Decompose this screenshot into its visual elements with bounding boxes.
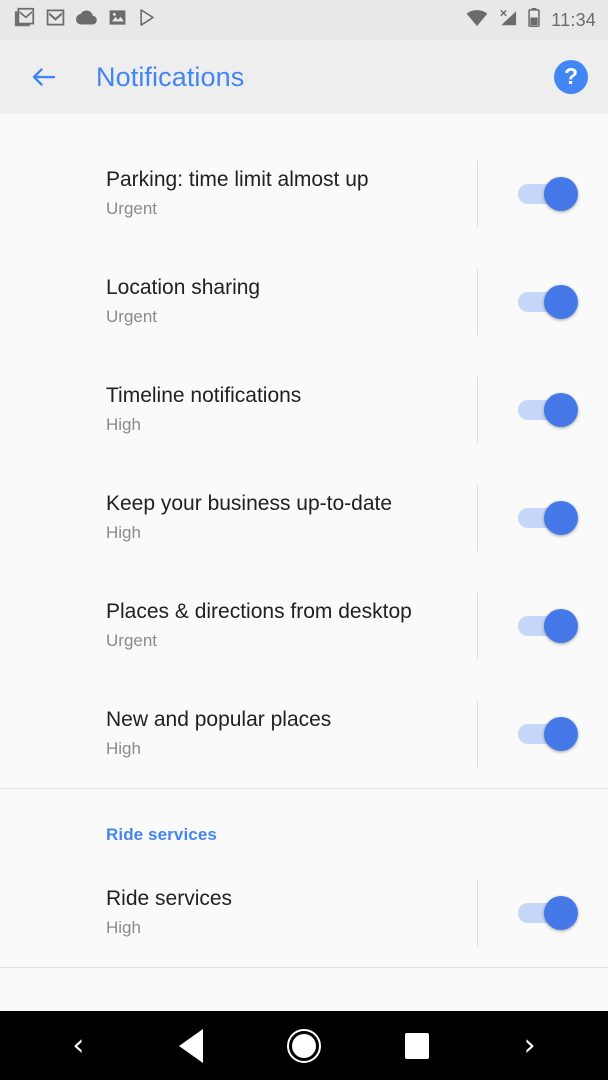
gmail-icon <box>46 8 65 32</box>
row-importance: High <box>106 523 141 542</box>
status-bar-right-icons: 11:34 <box>466 8 596 32</box>
arrow-left-icon <box>32 68 56 86</box>
row-divider <box>477 269 478 335</box>
row-title: Places & directions from desktop <box>106 600 412 623</box>
page-title: Notifications <box>96 61 245 92</box>
notification-section-ride-services: Ride services Ride services High <box>0 789 608 967</box>
row-title: Ride services <box>106 887 233 910</box>
wifi-icon <box>466 9 488 32</box>
table-row[interactable]: Parking: time limit almost up Urgent <box>0 140 608 248</box>
status-bar: 11:34 <box>0 0 608 40</box>
table-row[interactable]: Places & directions from desktop Urgent <box>0 572 608 680</box>
notifications-list[interactable]: Parking: time limit almost up Urgent Loc… <box>0 114 608 971</box>
toggle-thumb <box>544 501 578 535</box>
section-divider <box>0 967 608 968</box>
chevron-left-icon[interactable]: ‹ <box>46 1018 110 1074</box>
cloud-icon <box>76 7 97 33</box>
notification-section-general: Parking: time limit almost up Urgent Loc… <box>0 140 608 788</box>
notification-toggle[interactable] <box>518 501 578 535</box>
toggle-thumb <box>544 177 578 211</box>
row-importance: High <box>106 415 141 434</box>
row-text: Ride services High <box>106 885 477 941</box>
toggle-thumb <box>544 896 578 930</box>
row-title: Parking: time limit almost up <box>106 168 369 191</box>
back-button[interactable] <box>16 49 72 105</box>
status-bar-clock: 11:34 <box>551 9 596 30</box>
table-row[interactable]: Keep your business up-to-date High <box>0 464 608 572</box>
row-importance: Urgent <box>106 631 158 650</box>
row-importance: High <box>106 918 141 937</box>
row-title: Timeline notifications <box>106 384 302 407</box>
gmail-stack-icon <box>14 7 35 33</box>
row-text: Location sharing Urgent <box>106 274 477 330</box>
recents-icon[interactable] <box>385 1018 449 1074</box>
section-header: Ride services <box>106 825 217 844</box>
row-text: Places & directions from desktop Urgent <box>106 598 477 654</box>
row-text: Keep your business up-to-date High <box>106 490 477 546</box>
chevron-right-icon[interactable]: › <box>498 1018 562 1074</box>
back-icon[interactable] <box>159 1018 223 1074</box>
row-text: Timeline notifications High <box>106 382 477 438</box>
row-divider <box>477 161 478 227</box>
toggle-thumb <box>544 285 578 319</box>
row-importance: Urgent <box>106 199 158 218</box>
row-text: Parking: time limit almost up Urgent <box>106 166 477 222</box>
row-divider <box>477 593 478 659</box>
play-store-icon <box>138 8 157 32</box>
battery-icon <box>528 8 540 32</box>
row-importance: Urgent <box>106 307 158 326</box>
table-row[interactable]: New and popular places High <box>0 680 608 788</box>
photo-icon <box>108 8 127 32</box>
system-nav-bar: ‹ › <box>0 1011 608 1080</box>
notification-toggle[interactable] <box>518 609 578 643</box>
table-row[interactable]: Ride services High <box>0 859 608 967</box>
home-icon[interactable] <box>272 1018 336 1074</box>
notification-toggle[interactable] <box>518 717 578 751</box>
row-title: Keep your business up-to-date <box>106 492 393 515</box>
toggle-thumb <box>544 393 578 427</box>
row-text: New and popular places High <box>106 706 477 762</box>
toggle-thumb <box>544 609 578 643</box>
phone-screen: 11:34 Notifications ? Parking: time limi… <box>0 0 608 1080</box>
row-divider <box>477 485 478 551</box>
notification-toggle[interactable] <box>518 896 578 930</box>
row-divider <box>477 701 478 767</box>
app-bar: Notifications ? <box>0 40 608 114</box>
notification-toggle[interactable] <box>518 285 578 319</box>
row-divider <box>477 377 478 443</box>
row-importance: High <box>106 739 141 758</box>
toggle-thumb <box>544 717 578 751</box>
help-icon[interactable]: ? <box>554 60 588 94</box>
row-title: Location sharing <box>106 276 261 299</box>
table-row[interactable]: Timeline notifications High <box>0 356 608 464</box>
notification-toggle[interactable] <box>518 177 578 211</box>
table-row[interactable]: Location sharing Urgent <box>0 248 608 356</box>
row-divider <box>477 880 478 946</box>
cellular-no-signal-icon <box>497 9 519 32</box>
status-bar-left-icons <box>14 7 157 33</box>
notification-toggle[interactable] <box>518 393 578 427</box>
row-title: New and popular places <box>106 708 332 731</box>
